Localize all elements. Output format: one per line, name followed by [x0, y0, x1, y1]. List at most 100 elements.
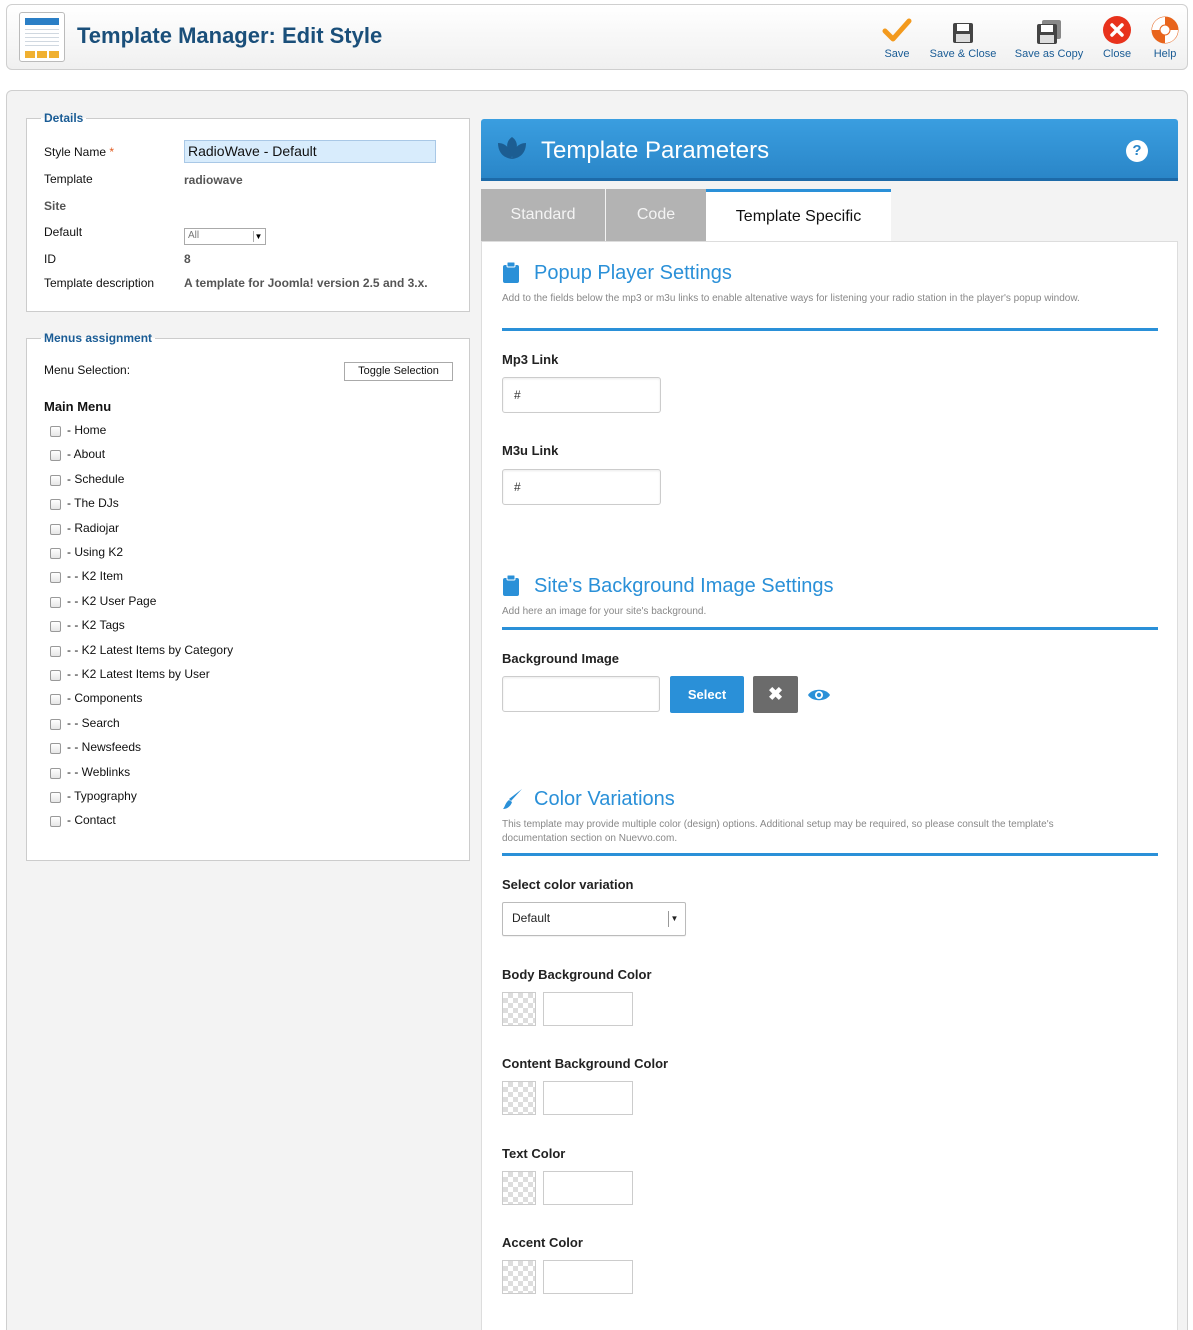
content-bg-color-swatch[interactable] — [502, 1081, 536, 1115]
menu-item[interactable]: - - K2 Latest Items by Category — [50, 643, 233, 657]
tab-standard[interactable]: Standard — [481, 189, 605, 241]
menu-item-checkbox[interactable] — [50, 523, 61, 535]
menu-item-label: - Components — [67, 691, 143, 706]
clipboard-icon — [502, 574, 520, 600]
menu-selection-label: Menu Selection: — [44, 363, 131, 377]
menu-item[interactable]: - Using K2 — [50, 545, 123, 559]
m3u-link-label: M3u Link — [502, 443, 559, 458]
menu-item-checkbox[interactable] — [50, 548, 61, 559]
menu-item[interactable]: - - K2 Tags — [50, 618, 125, 633]
menu-item[interactable]: - - Newsfeeds — [50, 740, 142, 755]
menu-item-label: - - K2 Tags — [67, 618, 125, 633]
id-label: ID — [44, 252, 56, 266]
menu-item-label: - Schedule — [67, 471, 125, 486]
close-button[interactable]: Close — [1095, 15, 1139, 60]
menu-item-checkbox[interactable] — [50, 816, 61, 828]
text-color-label: Text Color — [502, 1146, 566, 1161]
template-label: Template — [44, 172, 93, 186]
m3u-link-input[interactable]: # — [502, 469, 661, 505]
style-name-label: Style Name * — [44, 145, 115, 159]
clipboard-icon — [502, 261, 520, 287]
save-button[interactable]: Save — [875, 15, 919, 60]
body-bg-color-label: Body Background Color — [502, 967, 652, 982]
select-image-button[interactable]: Select — [670, 676, 744, 713]
menu-item[interactable]: - About — [50, 447, 105, 462]
menu-item-checkbox[interactable] — [50, 499, 61, 511]
menu-item-checkbox[interactable] — [50, 596, 61, 608]
eye-icon[interactable] — [807, 687, 831, 706]
menu-item[interactable]: - Typography — [50, 789, 137, 803]
menu-item-label: - Home — [67, 423, 107, 437]
template-value: radiowave — [184, 173, 243, 187]
menu-item-label: - Using K2 — [67, 545, 124, 559]
content-bg-color-input[interactable] — [543, 1081, 633, 1115]
close-icon: ✖ — [767, 684, 784, 704]
help-icon[interactable]: ? — [1126, 140, 1148, 162]
menu-item[interactable]: - Home — [50, 423, 106, 437]
background-image-input[interactable] — [502, 676, 660, 712]
color-variation-select[interactable]: Default ▼ — [502, 902, 686, 936]
menu-item[interactable]: - - K2 Latest Items by User — [50, 667, 210, 681]
style-name-input[interactable]: RadioWave - Default — [184, 140, 436, 163]
menu-item-checkbox[interactable] — [50, 474, 61, 486]
save-as-copy-button[interactable]: Save as Copy — [1009, 15, 1089, 60]
menu-item[interactable]: - Schedule — [50, 472, 124, 486]
chevron-down-icon: ▼ — [668, 911, 680, 927]
mp3-link-input[interactable]: # — [502, 377, 661, 413]
paintbrush-icon — [502, 788, 524, 813]
description-value: A template for Joomla! version 2.5 and 3… — [184, 276, 428, 290]
menu-item-checkbox[interactable] — [50, 792, 61, 803]
main-menu-title: Main Menu — [44, 399, 112, 414]
menu-item-checkbox[interactable] — [50, 450, 61, 462]
menu-item[interactable]: - Radiojar — [50, 521, 119, 535]
flower-logo-icon — [495, 133, 529, 168]
menu-item-checkbox[interactable] — [50, 694, 61, 706]
save-close-button[interactable]: Save & Close — [925, 15, 1001, 60]
menu-item[interactable]: - The DJs — [50, 496, 119, 511]
toolbar-header: Template Manager: Edit Style Save Save &… — [6, 4, 1188, 70]
tab-template-specific[interactable]: Template Specific — [706, 189, 891, 241]
menu-item-checkbox[interactable] — [50, 645, 61, 657]
body-bg-color-swatch[interactable] — [502, 992, 536, 1026]
accent-color-label: Accent Color — [502, 1235, 583, 1250]
menu-item[interactable]: - Contact — [50, 813, 116, 828]
menu-item-label: - - K2 Latest Items by User — [67, 667, 210, 681]
toggle-selection-button[interactable]: Toggle Selection — [344, 362, 453, 381]
text-color-input[interactable] — [543, 1171, 633, 1205]
text-color-swatch[interactable] — [502, 1171, 536, 1205]
default-select[interactable]: All ▼ — [184, 228, 266, 245]
menu-item-checkbox[interactable] — [50, 718, 61, 730]
accent-color-input[interactable] — [543, 1260, 633, 1294]
menu-item-checkbox[interactable] — [50, 670, 61, 681]
template-manager-icon — [19, 12, 65, 62]
menu-item[interactable]: - - K2 Item — [50, 569, 123, 584]
menu-item[interactable]: - Components — [50, 691, 143, 706]
lifebuoy-icon — [1145, 15, 1185, 45]
menu-item[interactable]: - - Weblinks — [50, 765, 130, 779]
template-specific-content: Popup Player Settings Add to the fields … — [481, 241, 1178, 1330]
popup-player-desc: Add to the fields below the mp3 or m3u l… — [502, 293, 1080, 304]
check-icon — [875, 15, 919, 45]
mp3-link-label: Mp3 Link — [502, 352, 559, 367]
help-button[interactable]: Help — [1145, 15, 1185, 60]
clear-image-button[interactable]: ✖ — [753, 676, 798, 713]
menu-item-label: - Typography — [67, 789, 137, 803]
body-bg-color-input[interactable] — [543, 992, 633, 1026]
menu-item-checkbox[interactable] — [50, 621, 61, 633]
chevron-down-icon: ▼ — [253, 231, 263, 242]
accent-color-swatch[interactable] — [502, 1260, 536, 1294]
menu-item-label: - Contact — [67, 813, 116, 828]
menu-item-checkbox[interactable] — [50, 426, 61, 437]
template-parameters-title: Template Parameters — [541, 137, 770, 164]
menu-item[interactable]: - - K2 User Page — [50, 594, 156, 608]
section-divider — [502, 853, 1158, 856]
tab-code[interactable]: Code — [606, 189, 706, 241]
menu-item-label: - - Weblinks — [67, 764, 131, 779]
menu-item-label: - - Newsfeeds — [67, 740, 142, 755]
site-label: Site — [44, 199, 67, 213]
background-settings-desc: Add here an image for your site's backgr… — [502, 606, 707, 617]
menu-item-checkbox[interactable] — [50, 572, 61, 584]
menu-item-checkbox[interactable] — [50, 743, 61, 755]
menu-item-checkbox[interactable] — [50, 767, 61, 779]
menu-item[interactable]: - - Search — [50, 716, 120, 730]
